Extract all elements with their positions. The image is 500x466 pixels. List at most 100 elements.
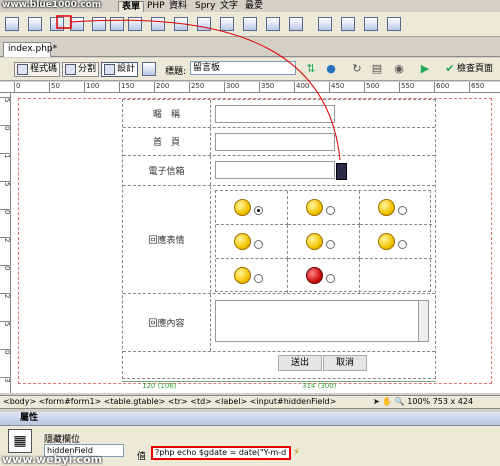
content-textarea[interactable] (215, 300, 429, 342)
submit-button[interactable]: 送出 (278, 355, 322, 371)
emoji-option[interactable] (216, 259, 288, 293)
spry-select-icon[interactable] (387, 17, 401, 31)
hidden-field-icon[interactable] (50, 17, 64, 31)
live-view-icon[interactable] (142, 62, 156, 76)
smile-face-icon (234, 199, 251, 216)
ruler-tick: 450 (329, 82, 344, 93)
homepage-input[interactable] (215, 133, 335, 151)
spry-validation-icon[interactable] (318, 17, 332, 31)
textarea-icon[interactable] (70, 17, 84, 31)
hand-tool-icon[interactable]: ✋ (382, 397, 392, 406)
emoji-radio[interactable] (254, 274, 263, 283)
emoji-option[interactable] (216, 191, 288, 225)
ruler-tick: 250 (189, 82, 204, 93)
file-management-icon[interactable]: ⇅ (304, 62, 318, 76)
design-view-button[interactable]: 設計 (101, 62, 139, 77)
hidden-field-marker-icon[interactable] (336, 163, 347, 180)
ruler-tick: 3 (0, 377, 11, 382)
emoji-option[interactable] (360, 225, 432, 259)
emoji-radio[interactable] (254, 206, 263, 215)
view-options-icon[interactable]: ▤ (370, 62, 384, 76)
ruler-tick: 100 (84, 82, 99, 93)
value-input[interactable]: ?php echo $gdate = date("Y-m-d H:i"); ?> (151, 446, 291, 460)
label-icon[interactable] (266, 17, 280, 31)
radio-group-icon[interactable] (128, 17, 142, 31)
refresh-icon[interactable]: ↻ (350, 62, 364, 76)
nickname-input[interactable] (215, 105, 335, 123)
button-icon[interactable] (243, 17, 257, 31)
wink-face-icon (306, 199, 323, 216)
content-row: 回應內容 (123, 294, 435, 352)
angry-face-icon (306, 233, 323, 250)
visual-aids-icon[interactable]: ◉ (392, 62, 406, 76)
check-page-label: 檢查頁面 (457, 64, 494, 74)
ruler-tick: 5 (0, 321, 11, 326)
window-size[interactable]: 753 x 424 (433, 397, 473, 406)
title-input[interactable]: 留言板 (190, 61, 296, 75)
emoji-option[interactable] (288, 191, 360, 225)
buttons-row: 送出 取消 (123, 352, 435, 378)
emoji-option[interactable] (360, 191, 432, 225)
title-label: 標題: (165, 67, 187, 77)
fieldset-icon[interactable] (289, 17, 303, 31)
ruler-tick: 5 (0, 97, 11, 102)
table-width-indicator: 120 (106) 314 (300) (122, 381, 436, 390)
select-tool-icon[interactable]: ➤ (373, 397, 380, 406)
watermark-bottom: www.webyi.com (2, 453, 103, 466)
split-view-button[interactable]: 分割 (62, 62, 100, 77)
tab-favorites[interactable]: 最愛 (242, 1, 266, 11)
vertical-ruler: 5 0 1 5 0 2 0 2 5 0 3 (0, 93, 11, 393)
tab-spry[interactable]: Spry (192, 1, 218, 11)
tab-form[interactable]: 表單 (118, 1, 145, 12)
emoji-option[interactable] (216, 225, 288, 259)
emoji-radio[interactable] (326, 240, 335, 249)
preview-browser-icon[interactable]: ● (324, 62, 338, 76)
check-page-button[interactable]: ✔ 檢查頁面 (443, 62, 493, 76)
homepage-label: 首 頁 (123, 128, 211, 155)
cancel-button[interactable]: 取消 (323, 355, 367, 371)
tab-text[interactable]: 文字 (217, 1, 241, 11)
validate-icon[interactable]: ▶ (418, 62, 432, 76)
emoji-option[interactable] (288, 225, 360, 259)
lightning-icon[interactable]: ⚡ (293, 447, 302, 458)
textarea-scrollbar[interactable] (418, 301, 428, 341)
image-field-icon[interactable] (197, 17, 211, 31)
emoji-radio[interactable] (326, 206, 335, 215)
emoji-row: 回應表情 (123, 186, 435, 294)
column-width-right: 314 (300) (302, 382, 337, 390)
code-view-label: 程式碼 (30, 64, 58, 74)
zoom-level[interactable]: 100% (407, 397, 430, 406)
ruler-tick: 0 (14, 82, 20, 93)
tab-data[interactable]: 資料 (166, 1, 190, 11)
emoji-option[interactable] (288, 259, 360, 293)
check-icon: ✔ (445, 62, 455, 75)
ruler-tick: 500 (364, 82, 379, 93)
document-tab[interactable]: index.php* (3, 42, 57, 57)
nickname-label: 暱 稱 (123, 100, 211, 127)
radio-icon[interactable] (110, 17, 124, 31)
tab-php[interactable]: PHP (144, 1, 168, 11)
properties-header[interactable]: 屬性 (0, 412, 500, 426)
horizontal-ruler: 0 50 100 150 200 250 300 350 400 450 500… (0, 82, 500, 93)
zoom-tool-icon[interactable]: 🔍 (395, 397, 405, 406)
checkbox-icon[interactable] (92, 17, 106, 31)
list-menu-icon[interactable] (151, 17, 165, 31)
strawberry-icon (306, 267, 323, 284)
spry-checkbox-icon[interactable] (364, 17, 378, 31)
jump-menu-icon[interactable] (174, 17, 188, 31)
email-input[interactable] (215, 161, 335, 179)
emoji-radio[interactable] (398, 206, 407, 215)
code-view-button[interactable]: 程式碼 (14, 62, 61, 77)
status-right: ➤ ✋ 🔍 100% 753 x 424 (373, 396, 500, 408)
column-width-left: 120 (106) (142, 382, 177, 390)
form-icon[interactable] (5, 17, 19, 31)
emoji-radio[interactable] (326, 274, 335, 283)
emoji-radio[interactable] (398, 240, 407, 249)
ruler-tick: 2 (0, 237, 11, 242)
spry-textarea-icon[interactable] (341, 17, 355, 31)
file-field-icon[interactable] (220, 17, 234, 31)
split-view-label: 分割 (78, 64, 97, 74)
emoji-radio[interactable] (254, 240, 263, 249)
insert-toolbar (0, 12, 500, 37)
text-field-icon[interactable] (28, 17, 42, 31)
